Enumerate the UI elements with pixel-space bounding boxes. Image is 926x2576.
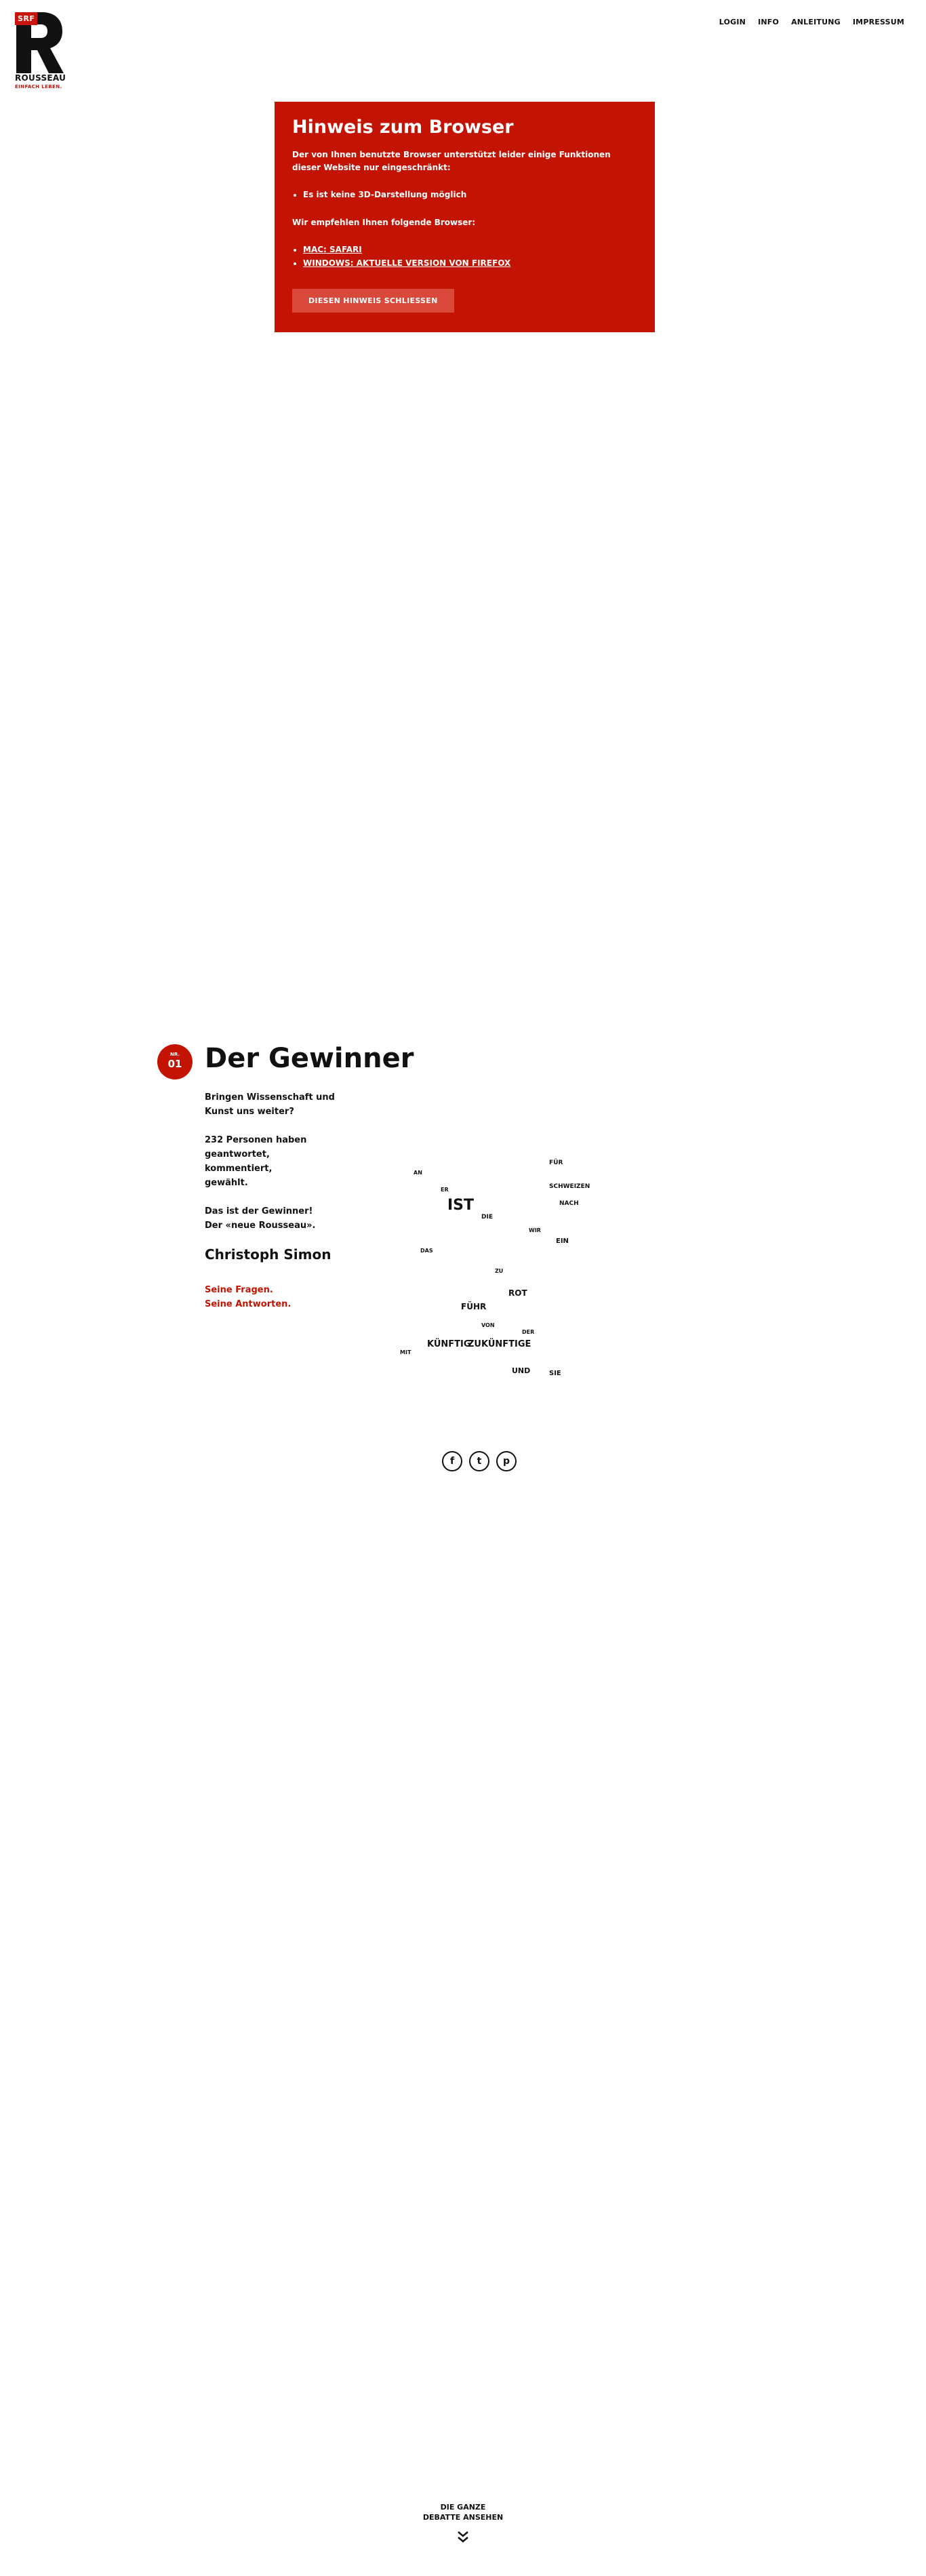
pinterest-icon[interactable]: p — [496, 1451, 517, 1471]
word-cloud-word: MIT — [400, 1349, 411, 1355]
browser-links: MAC: SAFARI WINDOWS: AKTUELLE VERSION VO… — [292, 243, 637, 270]
view-debate-button[interactable]: DIE GANZE DEBATTE ANSEHEN — [395, 2502, 531, 2544]
badge-number: 01 — [167, 1058, 182, 1070]
question-line: Bringen Wissenschaft und — [205, 1092, 335, 1103]
winner-links: Seine Fragen. Seine Antworten. — [205, 1283, 291, 1311]
word-cloud-word: EIN — [556, 1237, 569, 1245]
section-title: Der Gewinner — [205, 1043, 414, 1074]
firefox-link[interactable]: WINDOWS: AKTUELLE VERSION VON FIREFOX — [303, 258, 510, 268]
limitation-item: Es ist keine 3D-Darstellung möglich — [303, 188, 637, 201]
debate-line: DEBATTE ANSEHEN — [422, 2513, 504, 2522]
word-cloud-word: ZUKÜNFTIGE — [468, 1339, 531, 1349]
word-cloud-word: SCHWEIZEN — [549, 1183, 590, 1190]
announce-block: Das ist der Gewinner! Der «neue Rousseau… — [205, 1204, 340, 1233]
browser-link-item: MAC: SAFARI — [303, 243, 637, 256]
notice-text: Der von Ihnen benutzte Browser unterstüt… — [292, 150, 611, 172]
logo-tagline: EINFACH LEBEN. — [15, 84, 62, 90]
stats-block: 232 Personen haben geantwortet, kommenti… — [205, 1133, 340, 1190]
nav-info[interactable]: INFO — [758, 18, 779, 26]
answers-link[interactable]: Seine Antworten. — [205, 1297, 291, 1311]
browser-link-item: WINDOWS: AKTUELLE VERSION VON FIREFOX — [303, 256, 637, 270]
announce-line: Das ist der Gewinner! — [205, 1206, 313, 1216]
word-cloud-word: IST — [447, 1197, 475, 1214]
number-badge: NR. 01 — [157, 1044, 193, 1079]
winner-name: Christoph Simon — [205, 1246, 331, 1263]
nav-impressum[interactable]: IMPRESSUM — [853, 18, 904, 26]
word-cloud-word: NACH — [559, 1200, 579, 1207]
stats-line: kommentiert, — [205, 1164, 273, 1174]
rousseau-logo[interactable]: SRF ROUSSEAU EINFACH LEBEN. — [15, 12, 69, 90]
word-cloud-word: DER — [522, 1329, 535, 1335]
browser-notice: Hinweis zum Browser Der von Ihnen benutz… — [275, 102, 655, 332]
winner-intro: Bringen Wissenschaft und Kunst uns weite… — [205, 1090, 340, 1247]
word-cloud-word: VON — [481, 1322, 495, 1328]
top-nav: LOGIN INFO ANLEITUNG IMPRESSUM — [719, 18, 904, 26]
question-block: Bringen Wissenschaft und Kunst uns weite… — [205, 1090, 340, 1119]
share-bar: f t p — [442, 1451, 517, 1471]
word-cloud-word: KÜNFTIG — [427, 1339, 471, 1349]
word-cloud-word: DAS — [420, 1248, 433, 1254]
nav-login[interactable]: LOGIN — [719, 18, 746, 26]
close-notice-button[interactable]: DIESEN HINWEIS SCHLIESSEN — [292, 289, 454, 313]
word-cloud-word: ROT — [508, 1288, 527, 1298]
nav-anleitung[interactable]: ANLEITUNG — [791, 18, 841, 26]
debate-line: DIE GANZE — [440, 2503, 486, 2512]
question-line: Kunst uns weiter? — [205, 1107, 294, 1117]
word-cloud-word: DIE — [481, 1214, 493, 1221]
badge-label: NR. — [169, 1052, 180, 1057]
double-chevron-down-icon — [458, 2531, 468, 2543]
logo-brand: ROUSSEAU — [15, 73, 66, 83]
word-cloud-word: FÜR — [549, 1160, 563, 1166]
word-cloud-word: UND — [512, 1366, 531, 1375]
notice-limitations: Es ist keine 3D-Darstellung möglich — [292, 188, 637, 201]
stats-line: geantwortet, — [205, 1149, 270, 1160]
word-cloud-word: ZU — [495, 1268, 504, 1274]
word-cloud-word: FÜHR — [461, 1302, 487, 1311]
notice-title: Hinweis zum Browser — [292, 117, 514, 138]
word-cloud-word: WIR — [529, 1227, 541, 1233]
word-cloud-word: ER — [441, 1187, 449, 1193]
srf-badge: SRF — [15, 12, 38, 25]
word-cloud-word: AN — [414, 1170, 422, 1176]
stats-line: gewählt. — [205, 1178, 248, 1188]
stats-line: 232 Personen haben — [205, 1135, 307, 1145]
facebook-icon[interactable]: f — [442, 1451, 462, 1471]
twitter-icon[interactable]: t — [469, 1451, 489, 1471]
questions-link[interactable]: Seine Fragen. — [205, 1283, 291, 1297]
word-cloud: IST KÜNFTIG ZUKÜNFTIGE ROT FÜR SCHWEIZEN NACH U… — [393, 1160, 603, 1390]
notice-recommend: Wir empfehlen Ihnen folgende Browser: — [292, 218, 476, 227]
safari-link[interactable]: MAC: SAFARI — [303, 245, 362, 254]
announce-line: Der «neue Rousseau». — [205, 1221, 316, 1231]
word-cloud-word: SIE — [549, 1370, 561, 1377]
